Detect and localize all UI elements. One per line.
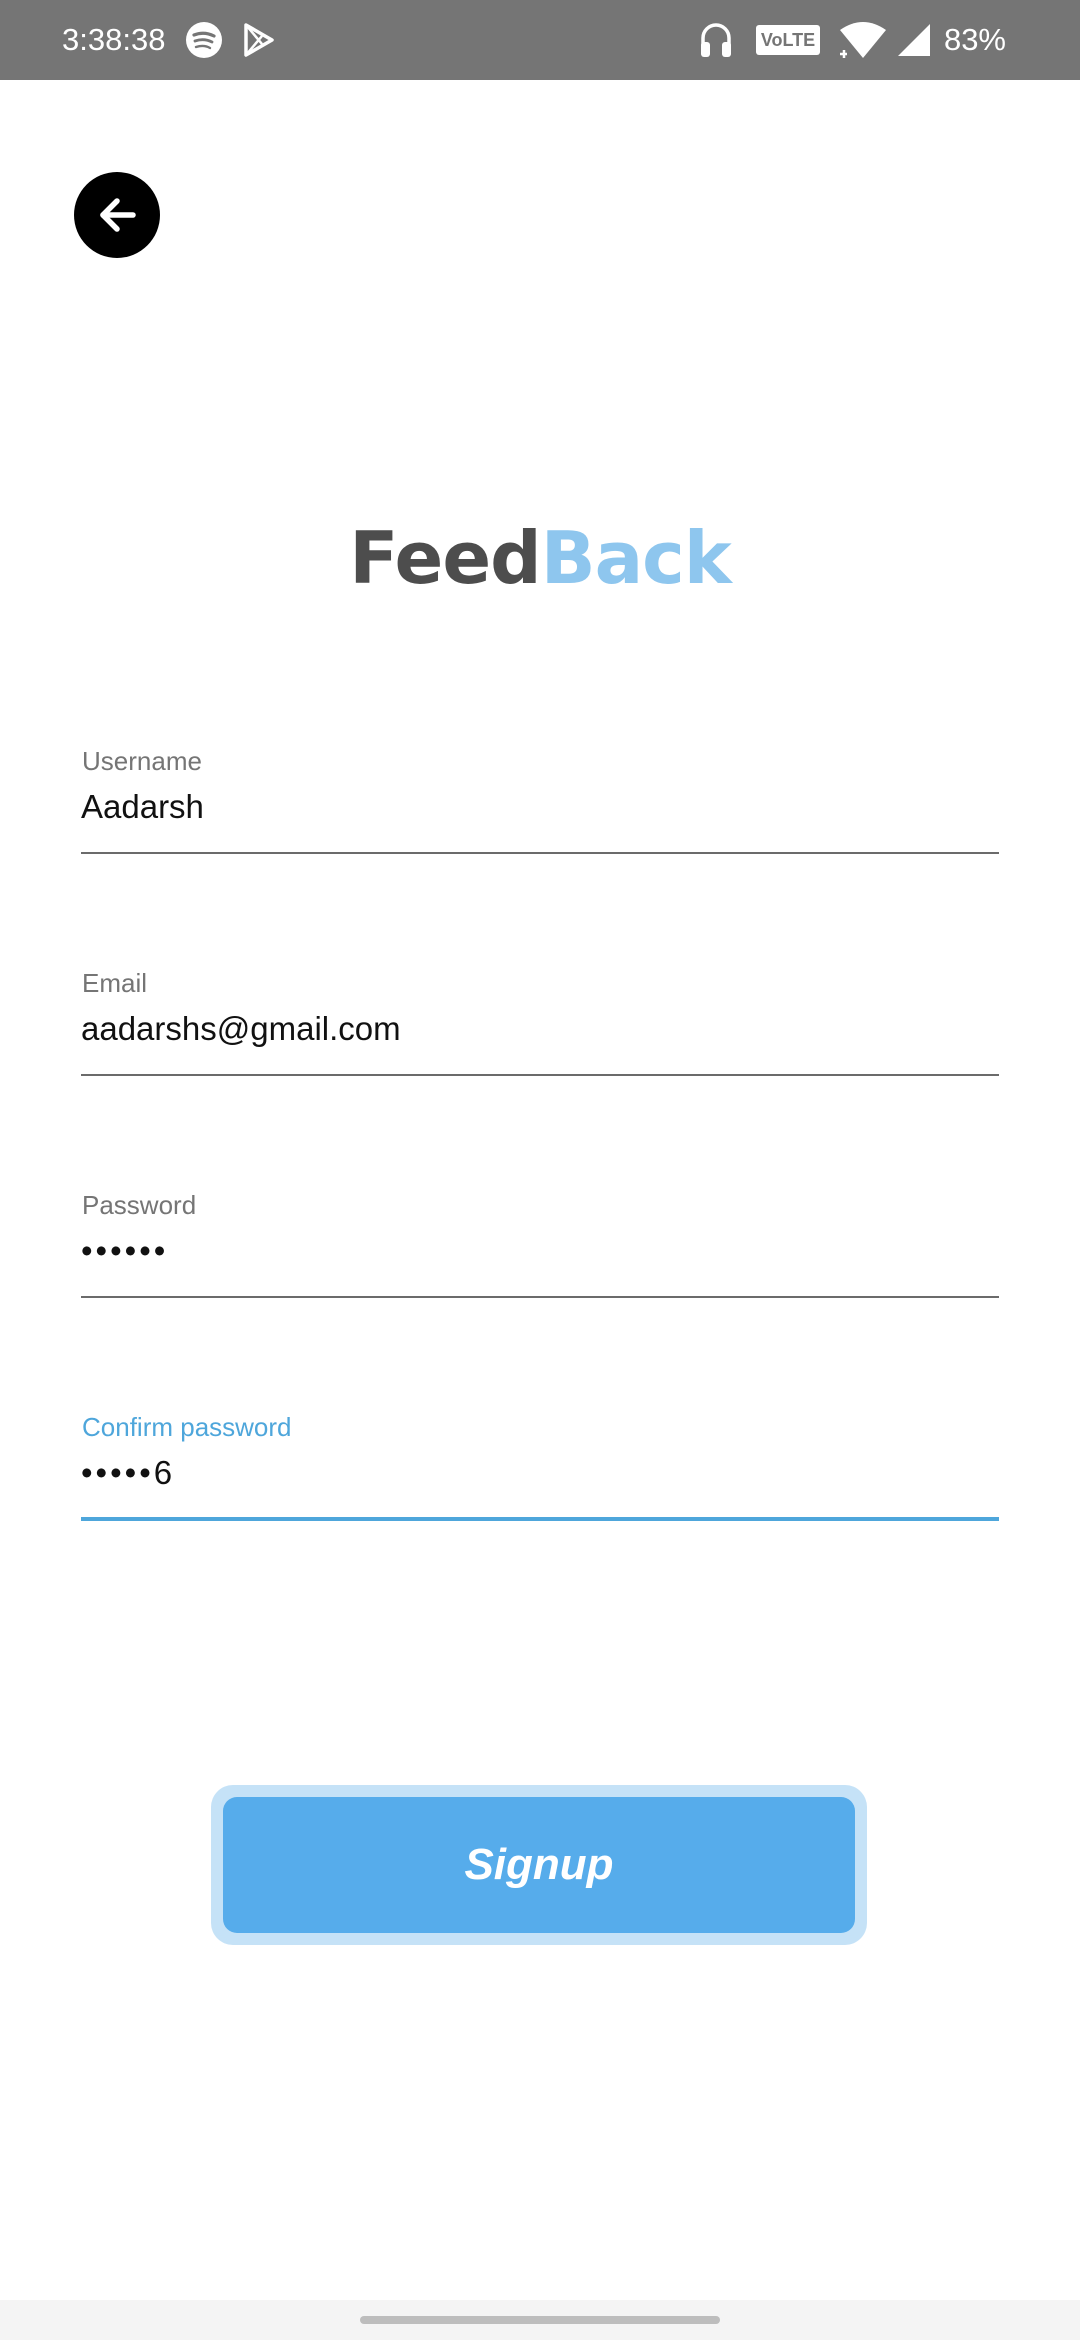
confirm-password-label: Confirm password [82, 1412, 292, 1442]
logo-part-feed: Feed [349, 516, 541, 600]
email-label: Email [82, 968, 148, 998]
app-logo: FeedBack [0, 516, 1080, 600]
username-field[interactable]: Username Aadarsh [81, 746, 999, 856]
confirm-password-input[interactable]: •••••6 [81, 1454, 175, 1492]
password-input[interactable]: •••••• [81, 1232, 168, 1270]
signal-icon [896, 22, 932, 63]
battery-percent: 83% [943, 22, 1006, 57]
signup-button[interactable]: Signup [223, 1797, 855, 1933]
password-field[interactable]: Password •••••• [81, 1190, 999, 1300]
username-label: Username [82, 746, 202, 776]
username-input[interactable]: Aadarsh [81, 788, 204, 826]
email-field[interactable]: Email aadarshs@gmail.com [81, 968, 999, 1078]
confirm-password-underline [81, 1517, 999, 1521]
email-input[interactable]: aadarshs@gmail.com [81, 1010, 401, 1048]
play-store-icon [242, 22, 276, 63]
home-indicator[interactable] [360, 2316, 720, 2324]
status-bar: 3:38:38 VoLTE 83% [0, 0, 1080, 80]
headphones-icon [698, 20, 734, 65]
volte-icon: VoLTE [756, 25, 820, 55]
status-time: 3:38:38 [62, 22, 166, 57]
password-underline [81, 1296, 999, 1298]
back-button[interactable] [74, 172, 160, 258]
confirm-password-field[interactable]: Confirm password •••••6 [81, 1412, 999, 1522]
wifi-icon [838, 20, 888, 65]
spotify-icon [185, 21, 223, 64]
arrow-left-icon [100, 198, 136, 232]
signup-button-focus-ring: Signup [211, 1785, 867, 1945]
username-underline [81, 852, 999, 854]
logo-part-back: Back [540, 516, 732, 600]
password-label: Password [82, 1190, 197, 1220]
navigation-bar [0, 2300, 1080, 2340]
email-underline [81, 1074, 999, 1076]
